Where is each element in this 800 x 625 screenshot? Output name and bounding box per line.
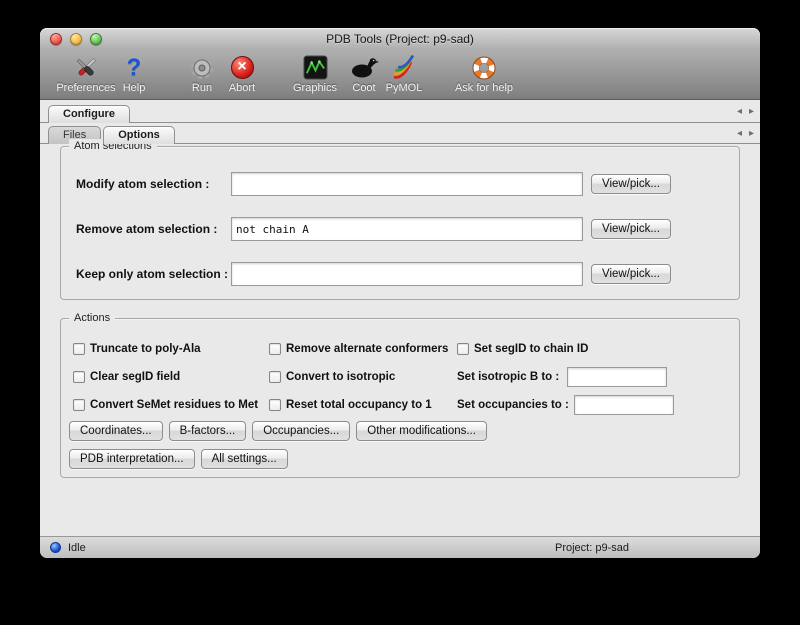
status-bar: Idle Project: p9-sad [40,536,760,558]
toolbar-abort-button[interactable]: × Abort [222,50,262,98]
convert-to-isotropic-option: Convert to isotropic [269,367,395,387]
pdb-interpretation-button[interactable]: PDB interpretation... [69,449,195,469]
modify-atom-selection-input[interactable] [231,172,583,196]
toolbar-help-button[interactable]: ? Help [118,50,150,98]
graphics-icon [303,53,328,82]
subtab-scroll-right-icon[interactable]: ▸ [749,128,754,139]
subtab-scroll-left-icon[interactable]: ◂ [737,128,742,139]
modify-atom-selection-row: Modify atom selection : View/pick... [76,171,739,197]
set-occupancies-input[interactable] [574,395,674,415]
clear-segid-field-label: Clear segID field [90,371,180,383]
toolbar: Preferences ? Help Run × [40,50,760,100]
convert-semet-label: Convert SeMet residues to Met [90,399,258,411]
life-ring-icon [471,53,497,82]
window-title: PDB Tools (Project: p9-sad) [40,28,760,50]
project-label: Project: p9-sad [555,542,629,554]
remove-atom-selection-label: Remove atom selection : [76,222,231,236]
remove-atom-selection-row: Remove atom selection : View/pick... [76,216,739,242]
keep-only-atom-selection-label: Keep only atom selection : [76,267,231,281]
toolbar-coot-label: Coot [352,82,375,95]
set-segid-to-chain-id-label: Set segID to chain ID [474,343,588,355]
toolbar-preferences-label: Preferences [56,82,115,95]
toolbar-ask-for-help-label: Ask for help [455,82,513,95]
toolbar-preferences-button[interactable]: Preferences [54,50,118,98]
preferences-icon [72,53,100,82]
actions-group: Actions Truncate to poly-Ala Remove alte… [60,318,740,478]
reset-total-occupancy-label: Reset total occupancy to 1 [286,399,432,411]
toolbar-pymol-label: PyMOL [386,82,423,95]
toolbar-pymol-button[interactable]: PyMOL [382,50,426,98]
remove-atom-selection-input[interactable] [231,217,583,241]
actions-button-row-2: PDB interpretation... All settings... [69,449,288,469]
title-bar[interactable]: PDB Tools (Project: p9-sad) [40,28,760,50]
truncate-poly-ala-label: Truncate to poly-Ala [90,343,201,355]
run-gear-icon [189,53,215,82]
remove-alternate-conformers-option: Remove alternate conformers [269,339,448,359]
set-isotropic-b-field: Set isotropic B to : [457,367,667,387]
truncate-poly-ala-checkbox[interactable] [73,343,85,355]
set-segid-to-chain-id-checkbox[interactable] [457,343,469,355]
occupancies-button[interactable]: Occupancies... [252,421,350,441]
b-factors-button[interactable]: B-factors... [169,421,247,441]
convert-to-isotropic-checkbox[interactable] [269,371,281,383]
reset-total-occupancy-option: Reset total occupancy to 1 [269,395,432,415]
other-modifications-button[interactable]: Other modifications... [356,421,487,441]
keep-only-atom-selection-row: Keep only atom selection : View/pick... [76,261,739,287]
status-led-icon [50,542,61,553]
main-tab-bar: Configure ◂ ▸ [40,100,760,123]
coordinates-button[interactable]: Coordinates... [69,421,163,441]
truncate-poly-ala-option: Truncate to poly-Ala [73,339,201,359]
tab-configure[interactable]: Configure [48,105,130,123]
sub-tab-scroll-arrows: ◂ ▸ [737,128,754,139]
remove-alternate-conformers-label: Remove alternate conformers [286,343,448,355]
toolbar-run-button[interactable]: Run [184,50,220,98]
set-isotropic-b-input[interactable] [567,367,667,387]
help-icon: ? [127,53,142,82]
reset-total-occupancy-checkbox[interactable] [269,399,281,411]
actions-button-row-1: Coordinates... B-factors... Occupancies.… [69,421,487,441]
keep-only-view-pick-button[interactable]: View/pick... [591,264,671,284]
set-occupancies-field: Set occupancies to : [457,395,667,415]
status-text: Idle [68,542,86,554]
toolbar-run-label: Run [192,82,212,95]
atom-selections-group: Atom selections Modify atom selection : … [60,146,740,300]
convert-to-isotropic-label: Convert to isotropic [286,371,395,383]
remove-view-pick-button[interactable]: View/pick... [591,219,671,239]
modify-atom-selection-label: Modify atom selection : [76,177,231,191]
set-isotropic-b-label: Set isotropic B to : [457,371,559,383]
abort-icon: × [231,53,254,82]
set-segid-to-chain-id-option: Set segID to chain ID [457,339,588,359]
keep-only-atom-selection-input[interactable] [231,262,583,286]
tab-scroll-left-icon[interactable]: ◂ [737,106,742,117]
toolbar-abort-label: Abort [229,82,255,95]
toolbar-help-label: Help [123,82,146,95]
sub-tab-bar: Files Options ◂ ▸ [40,123,760,144]
desktop-background: PDB Tools (Project: p9-sad) [0,0,800,625]
pymol-icon [391,53,418,82]
all-settings-button[interactable]: All settings... [201,449,288,469]
set-occupancies-label: Set occupancies to : [457,399,569,411]
clear-segid-field-checkbox[interactable] [73,371,85,383]
toolbar-graphics-button[interactable]: Graphics [288,50,342,98]
tab-options[interactable]: Options [103,126,175,144]
convert-semet-option: Convert SeMet residues to Met [73,395,258,415]
toolbar-graphics-label: Graphics [293,82,337,95]
tab-scroll-right-icon[interactable]: ▸ [749,106,754,117]
main-tab-scroll-arrows: ◂ ▸ [737,106,754,117]
pdb-tools-window: PDB Tools (Project: p9-sad) [40,28,760,558]
clear-segid-field-option: Clear segID field [73,367,180,387]
remove-alternate-conformers-checkbox[interactable] [269,343,281,355]
modify-view-pick-button[interactable]: View/pick... [591,174,671,194]
convert-semet-checkbox[interactable] [73,399,85,411]
coot-bird-icon [349,53,379,82]
toolbar-coot-button[interactable]: Coot [346,50,382,98]
toolbar-ask-for-help-button[interactable]: Ask for help [448,50,520,98]
actions-group-title: Actions [69,311,115,325]
